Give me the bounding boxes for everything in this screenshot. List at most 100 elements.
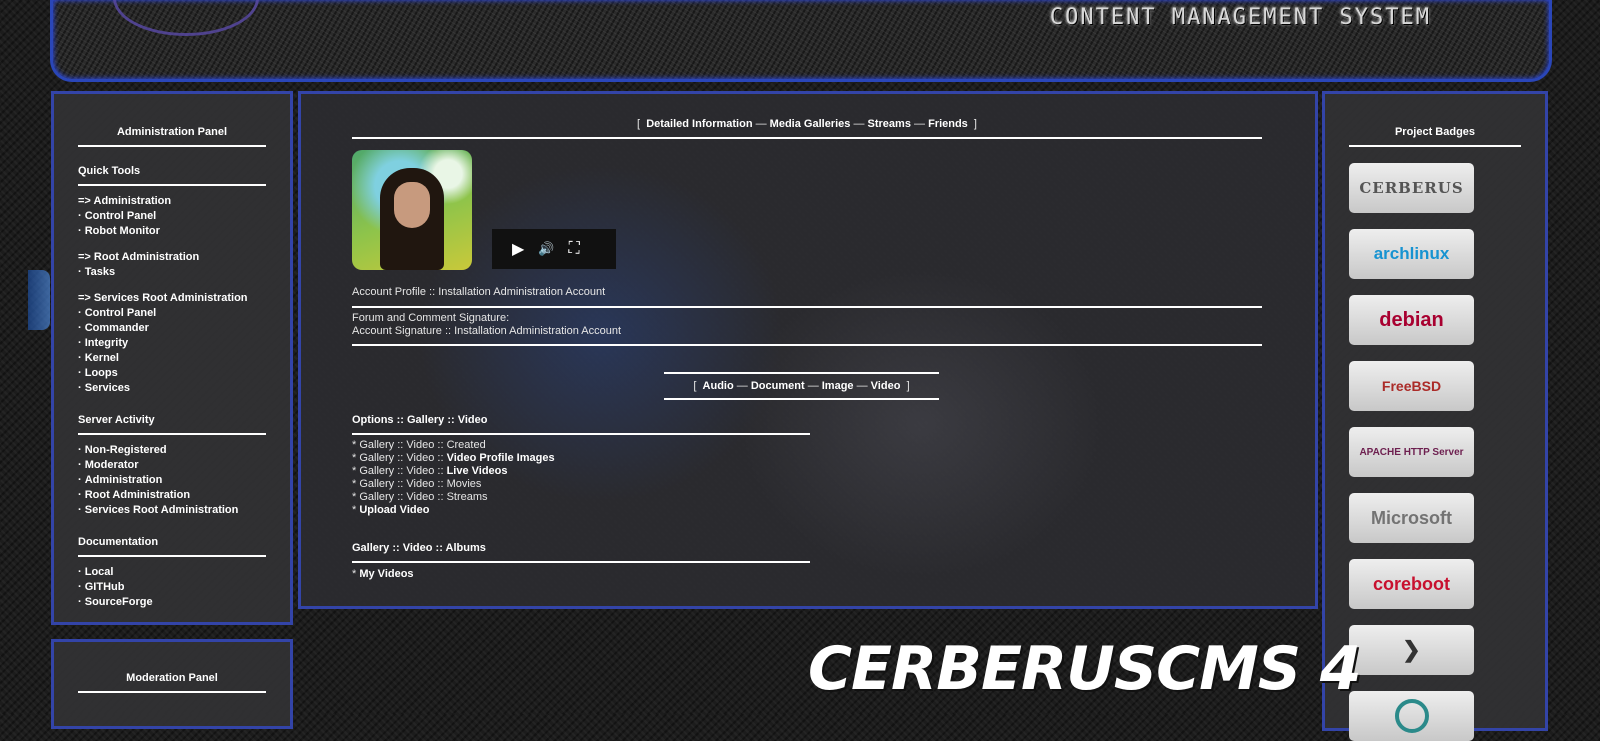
separator: — bbox=[807, 380, 819, 392]
control-panel-link[interactable]: Control Panel bbox=[85, 210, 157, 222]
bracket: ] bbox=[906, 380, 910, 392]
bullet: · bbox=[78, 459, 82, 471]
bullet: · bbox=[78, 322, 82, 334]
group-administration: => Administration · Control Panel · Robo… bbox=[78, 194, 266, 239]
loops-link[interactable]: Loops bbox=[85, 367, 118, 379]
separator: — bbox=[755, 118, 767, 130]
apache-badge[interactable]: APACHE HTTP Server bbox=[1349, 427, 1474, 477]
document-link[interactable]: Document bbox=[751, 380, 805, 392]
separator: — bbox=[736, 380, 748, 392]
detailed-information-link[interactable]: Detailed Information bbox=[646, 118, 752, 130]
circle-logo-icon bbox=[1394, 699, 1429, 733]
dots-chevron-badge[interactable]: ❯ bbox=[1349, 625, 1474, 675]
separator: — bbox=[853, 118, 865, 130]
teal-logo-badge[interactable] bbox=[1349, 691, 1474, 741]
root-administration-link[interactable]: => Root Administration bbox=[78, 251, 199, 263]
profile-line: Account Profile :: Installation Administ… bbox=[352, 286, 1262, 308]
gallery-type-nav: [ Audio — Document — Image — Video ] bbox=[664, 372, 939, 400]
option-text: * Gallery :: Video :: bbox=[352, 452, 447, 464]
sourceforge-link[interactable]: SourceForge bbox=[85, 596, 153, 608]
activity-root-administration-link[interactable]: Root Administration bbox=[85, 489, 190, 501]
option-text: * Gallery :: Video :: bbox=[352, 465, 447, 477]
fullscreen-icon[interactable]: ⛶ bbox=[569, 240, 580, 258]
microsoft-badge[interactable]: Microsoft bbox=[1349, 493, 1474, 543]
kernel-link[interactable]: Kernel bbox=[85, 352, 119, 364]
upload-video-link[interactable]: Upload Video bbox=[359, 504, 429, 516]
banner-title: CONTENT MANAGEMENT SYSTEM bbox=[1049, 5, 1431, 30]
live-videos-link[interactable]: Live Videos bbox=[447, 465, 508, 477]
debian-badge[interactable]: debian bbox=[1349, 295, 1474, 345]
activity-administration-link[interactable]: Administration bbox=[85, 474, 163, 486]
moderation-panel: Moderation Panel bbox=[51, 639, 293, 729]
option-text: * Gallery :: Video :: Movies bbox=[352, 478, 482, 490]
separator: — bbox=[914, 118, 925, 130]
play-icon[interactable]: ▶ bbox=[512, 239, 524, 259]
option-item: * Gallery :: Video :: Video Profile Imag… bbox=[352, 452, 555, 465]
github-link[interactable]: GITHub bbox=[85, 581, 125, 593]
bullet: · bbox=[78, 566, 82, 578]
bullet: · bbox=[78, 581, 82, 593]
main-content-panel: [ Detailed Information — Media Galleries… bbox=[298, 91, 1318, 609]
avatar-face bbox=[394, 182, 430, 228]
non-registered-link[interactable]: Non-Registered bbox=[85, 444, 167, 456]
logo-swirl-icon bbox=[113, 0, 259, 36]
video-profile-images-link[interactable]: Video Profile Images bbox=[447, 452, 555, 464]
bullet: · bbox=[78, 352, 82, 364]
option-item: * Gallery :: Video :: Streams bbox=[352, 491, 555, 504]
option-item: * Gallery :: Video :: Live Videos bbox=[352, 465, 555, 478]
robot-monitor-link[interactable]: Robot Monitor bbox=[85, 225, 160, 237]
option-item: * Upload Video bbox=[352, 504, 555, 517]
site-banner: CONTENT MANAGEMENT SYSTEM bbox=[50, 0, 1552, 82]
friends-link[interactable]: Friends bbox=[928, 118, 968, 130]
commander-link[interactable]: Commander bbox=[85, 322, 149, 334]
server-activity-heading: Server Activity bbox=[78, 414, 266, 435]
panel-title: Moderation Panel bbox=[78, 672, 266, 693]
bullet: · bbox=[78, 367, 82, 379]
administration-link[interactable]: => Administration bbox=[78, 195, 171, 207]
volume-icon[interactable]: 🔊 bbox=[538, 241, 554, 257]
signature-label: Forum and Comment Signature: bbox=[352, 312, 510, 324]
chevron-right-icon: ❯ bbox=[1402, 637, 1421, 662]
avatar[interactable] bbox=[352, 150, 472, 270]
bullet: · bbox=[78, 474, 82, 486]
video-link[interactable]: Video bbox=[871, 380, 901, 392]
panel-title: Project Badges bbox=[1349, 126, 1521, 147]
quick-tools-heading: Quick Tools bbox=[78, 165, 266, 186]
bracket: [ bbox=[693, 380, 697, 392]
archlinux-badge[interactable]: archlinux bbox=[1349, 229, 1474, 279]
cerberus-badge[interactable]: CERBERUS bbox=[1349, 163, 1474, 213]
services-control-panel-link[interactable]: Control Panel bbox=[85, 307, 157, 319]
streams-link[interactable]: Streams bbox=[868, 118, 911, 130]
administration-panel: Administration Panel Quick Tools => Admi… bbox=[51, 91, 293, 625]
group-root-administration: => Root Administration · Tasks bbox=[78, 250, 266, 280]
coreboot-badge[interactable]: coreboot bbox=[1349, 559, 1474, 609]
integrity-link[interactable]: Integrity bbox=[85, 337, 128, 349]
bullet: · bbox=[78, 596, 82, 608]
albums-list: * My Videos bbox=[352, 568, 414, 581]
bullet: · bbox=[78, 444, 82, 456]
bracket: [ bbox=[637, 118, 641, 130]
bullet: · bbox=[78, 307, 82, 319]
image-link[interactable]: Image bbox=[822, 380, 854, 392]
option-item: * Gallery :: Video :: Movies bbox=[352, 478, 555, 491]
documentation-list: · Local · GITHub · SourceForge bbox=[78, 565, 266, 610]
moderator-link[interactable]: Moderator bbox=[85, 459, 139, 471]
bullet: · bbox=[78, 504, 82, 516]
media-galleries-link[interactable]: Media Galleries bbox=[770, 118, 851, 130]
local-docs-link[interactable]: Local bbox=[85, 566, 114, 578]
options-heading: Options :: Gallery :: Video bbox=[352, 414, 810, 435]
audio-link[interactable]: Audio bbox=[703, 380, 734, 392]
albums-heading: Gallery :: Video :: Albums bbox=[352, 542, 810, 563]
bullet: · bbox=[78, 210, 82, 222]
my-videos-link[interactable]: My Videos bbox=[359, 568, 413, 580]
tasks-link[interactable]: Tasks bbox=[85, 266, 115, 278]
documentation-heading: Documentation bbox=[78, 536, 266, 557]
bullet: · bbox=[78, 489, 82, 501]
services-root-administration-link[interactable]: => Services Root Administration bbox=[78, 292, 248, 304]
services-link[interactable]: Services bbox=[85, 382, 130, 394]
separator: — bbox=[856, 380, 868, 392]
option-text: * Gallery :: Video :: Created bbox=[352, 439, 486, 451]
bullet: · bbox=[78, 337, 82, 349]
freebsd-badge[interactable]: FreeBSD bbox=[1349, 361, 1474, 411]
activity-services-root-administration-link[interactable]: Services Root Administration bbox=[85, 504, 239, 516]
